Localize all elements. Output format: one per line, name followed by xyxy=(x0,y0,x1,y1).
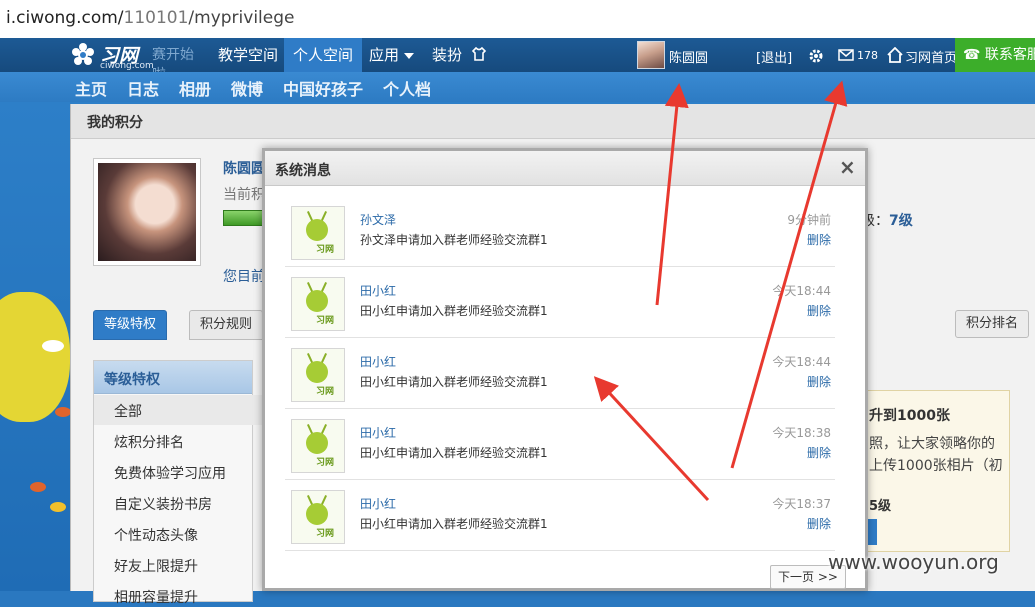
watermark-text: www.wooyun.org xyxy=(828,550,999,574)
annotation-arrow xyxy=(730,80,848,469)
annotation-arrow xyxy=(593,376,710,502)
annotation-arrows xyxy=(593,80,848,502)
annotation-arrow xyxy=(655,83,689,306)
